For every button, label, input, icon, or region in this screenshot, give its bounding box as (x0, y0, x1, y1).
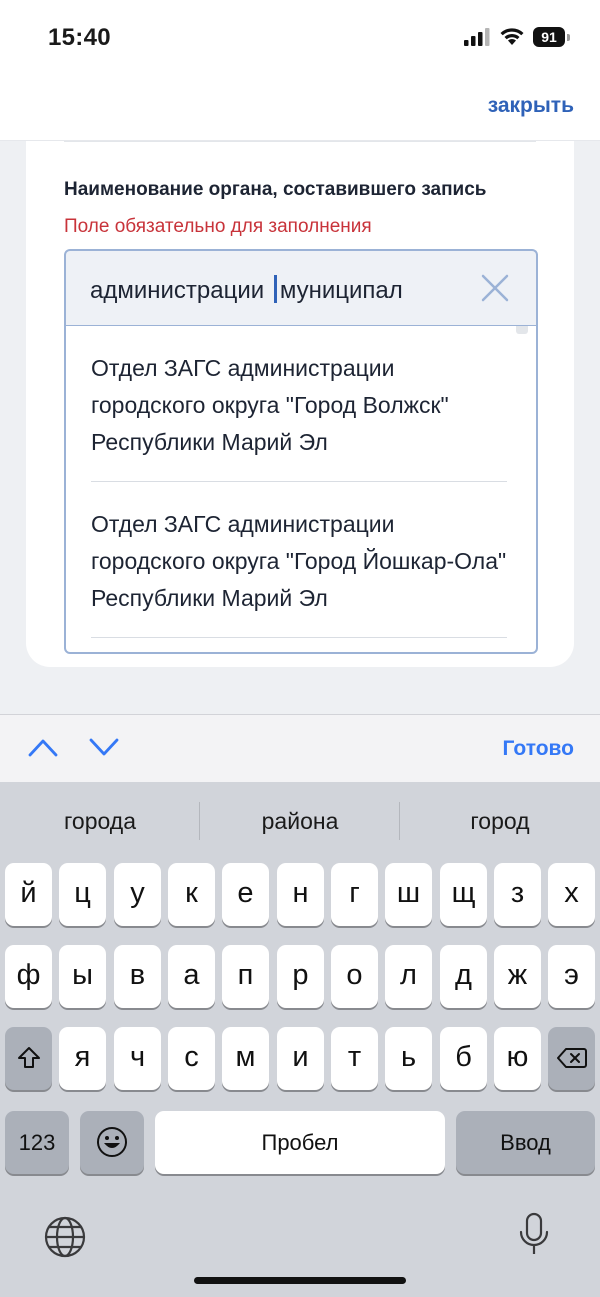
dropdown-scrollbar[interactable] (516, 326, 528, 334)
key-н[interactable]: н (277, 863, 324, 926)
key-х[interactable]: х (548, 863, 595, 926)
key-д[interactable]: д (440, 945, 487, 1008)
key-я[interactable]: я (59, 1027, 106, 1090)
text-caret (273, 275, 277, 303)
key-у[interactable]: у (114, 863, 161, 926)
key-т[interactable]: т (331, 1027, 378, 1090)
key-ю[interactable]: ю (494, 1027, 541, 1090)
key-ы[interactable]: ы (59, 945, 106, 1008)
suggestion-3[interactable]: город (400, 808, 600, 835)
numbers-key[interactable]: 123 (5, 1111, 69, 1174)
key-ь[interactable]: ь (385, 1027, 432, 1090)
backspace-icon (556, 1048, 587, 1068)
input-value[interactable]: администрации муниципал (90, 275, 406, 309)
key-е[interactable]: е (222, 863, 269, 926)
done-button[interactable]: Готово (503, 737, 574, 761)
space-key[interactable]: Пробел (155, 1111, 445, 1174)
key-в[interactable]: в (114, 945, 161, 1008)
key-и[interactable]: и (277, 1027, 324, 1090)
shift-key[interactable] (5, 1027, 52, 1090)
suggestion-1[interactable]: города (0, 808, 200, 835)
delete-key[interactable] (548, 1027, 595, 1090)
home-indicator (194, 1277, 406, 1284)
key-ш[interactable]: ш (385, 863, 432, 926)
return-key[interactable]: Ввод (456, 1111, 595, 1174)
microphone-icon[interactable] (518, 1212, 550, 1258)
clear-icon[interactable] (478, 271, 512, 305)
key-з[interactable]: з (494, 863, 541, 926)
wifi-icon (500, 28, 524, 45)
key-э[interactable]: э (548, 945, 595, 1008)
previous-field-underline (64, 141, 536, 142)
status-bar: 15:40 91 (0, 0, 600, 76)
dropdown-option[interactable]: Отдел ЗАГС администрации городского окру… (91, 350, 507, 461)
close-button[interactable]: закрыть (488, 94, 574, 118)
keyboard: города района город й ц у к е н г ш щ з … (0, 782, 600, 1297)
key-м[interactable]: м (222, 1027, 269, 1090)
key-ж[interactable]: ж (494, 945, 541, 1008)
dropdown-option[interactable]: Отдел ЗАГС администрации городского окру… (91, 506, 507, 617)
key-г[interactable]: г (331, 863, 378, 926)
field-label: Наименование органа, составившего запись (64, 179, 487, 200)
input-text-after-caret: муниципал (279, 277, 403, 304)
input-text-before-caret: администрации (90, 277, 271, 304)
chevron-down-icon[interactable] (89, 737, 119, 757)
key-б[interactable]: б (440, 1027, 487, 1090)
battery-icon: 91 (533, 27, 571, 47)
option-divider (91, 481, 507, 482)
emoji-icon (97, 1127, 127, 1157)
key-о[interactable]: о (331, 945, 378, 1008)
top-nav: закрыть (0, 76, 600, 141)
key-к[interactable]: к (168, 863, 215, 926)
organization-search-input[interactable]: администрации муниципал (64, 249, 538, 327)
key-щ[interactable]: щ (440, 863, 487, 926)
shift-icon (17, 1047, 40, 1068)
key-а[interactable]: а (168, 945, 215, 1008)
option-divider (91, 637, 507, 638)
cellular-signal-icon (464, 28, 490, 46)
key-р[interactable]: р (277, 945, 324, 1008)
field-error-message: Поле обязательно для заполнения (64, 216, 372, 237)
key-ч[interactable]: ч (114, 1027, 161, 1090)
battery-level: 91 (533, 27, 565, 47)
suggestion-2[interactable]: района (200, 808, 400, 835)
key-л[interactable]: л (385, 945, 432, 1008)
key-й[interactable]: й (5, 863, 52, 926)
emoji-key[interactable] (80, 1111, 144, 1174)
key-ф[interactable]: ф (5, 945, 52, 1008)
key-ц[interactable]: ц (59, 863, 106, 926)
globe-icon[interactable] (44, 1216, 86, 1258)
status-time: 15:40 (48, 24, 111, 51)
chevron-up-icon[interactable] (28, 737, 58, 757)
suggestions-dropdown[interactable]: Отдел ЗАГС администрации городского окру… (64, 325, 538, 654)
keyboard-accessory-bar: Готово (0, 714, 600, 783)
key-с[interactable]: с (168, 1027, 215, 1090)
key-п[interactable]: п (222, 945, 269, 1008)
